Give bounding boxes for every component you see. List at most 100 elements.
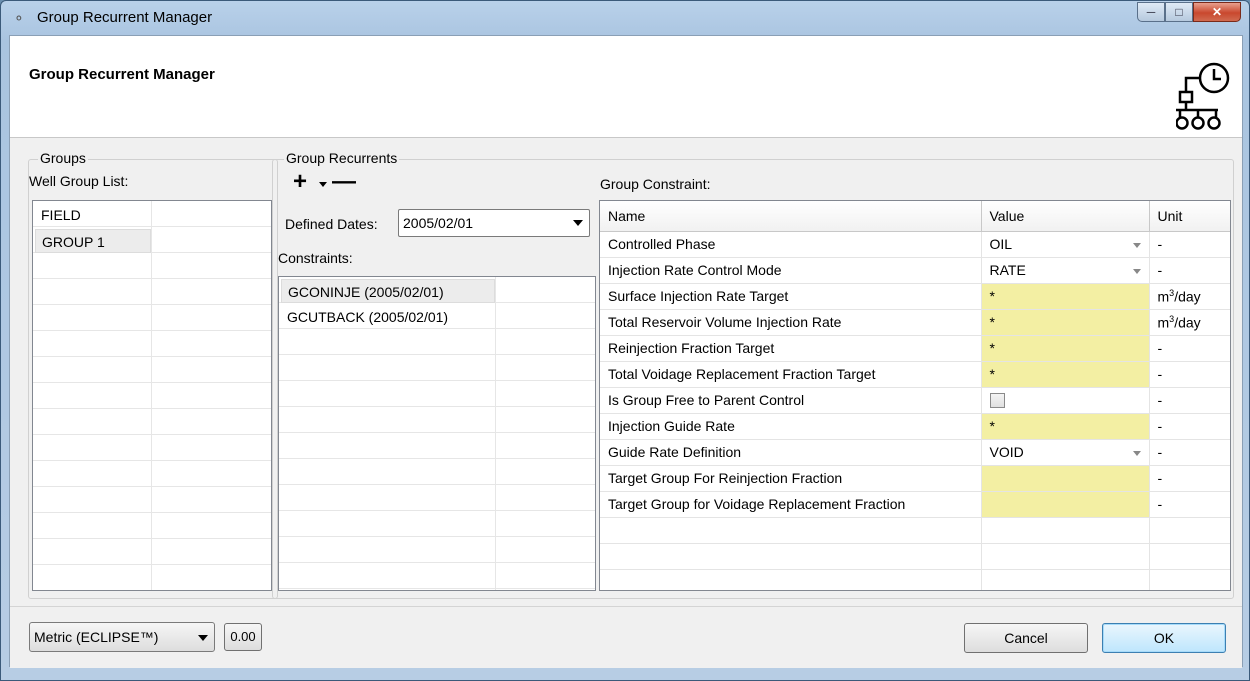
table-row[interactable]: Surface Injection Rate Target * m3/day — [600, 283, 1230, 310]
unit-base: m — [1157, 288, 1170, 305]
constraint-name-cell: Target Group For Reinjection Fraction — [600, 465, 982, 492]
chevron-down-icon — [1132, 450, 1141, 456]
constraint-name-cell: Reinjection Fraction Target — [600, 335, 982, 362]
empty-cell — [1149, 543, 1230, 570]
table-row[interactable]: Injection Rate Control Mode RATE - — [600, 257, 1230, 284]
number-format-button[interactable]: 0.00 — [224, 623, 262, 651]
defined-dates-dropdown[interactable]: 2005/02/01 — [398, 209, 590, 237]
defined-dates-label: Defined Dates: — [285, 216, 378, 232]
value-dropdown-text: OIL — [989, 236, 1013, 252]
table-row[interactable]: Reinjection Fraction Target * - — [600, 335, 1230, 362]
title-bar[interactable]: ⚬ Group Recurrent Manager ─ □ ✕ — [1, 1, 1249, 35]
maximize-icon: □ — [1175, 5, 1183, 19]
table-row[interactable]: Injection Guide Rate * - — [600, 413, 1230, 440]
unit-cell: m3/day — [1149, 283, 1230, 310]
table-row[interactable]: Total Voidage Replacement Fraction Targe… — [600, 361, 1230, 388]
minimize-button[interactable]: ─ — [1137, 2, 1165, 22]
dialog-client: Group Recurrent Manager Groups Well Grou… — [9, 35, 1243, 668]
value-input[interactable] — [981, 491, 1150, 518]
column-header-value[interactable]: Value — [981, 201, 1150, 232]
unit-cell: - — [1149, 439, 1230, 466]
constraint-table-frame: Name Value Unit Controlled Phase OIL - Inje… — [599, 200, 1231, 591]
well-group-list-label: Well Group List: — [29, 173, 129, 189]
constraint-item-gconinje[interactable]: GCONINJE (2005/02/01) — [281, 279, 495, 303]
unit-system-value: Metric (ECLIPSE™) — [34, 629, 159, 645]
maximize-button[interactable]: □ — [1165, 2, 1193, 22]
unit-cell: - — [1149, 413, 1230, 440]
dialog-header: Group Recurrent Manager — [10, 36, 1242, 138]
value-dropdown[interactable]: RATE — [981, 257, 1150, 284]
table-row[interactable]: Target Group For Reinjection Fraction - — [600, 465, 1230, 492]
constraint-name-cell: Total Reservoir Volume Injection Rate — [600, 309, 982, 336]
add-button[interactable]: + — [293, 170, 307, 194]
value-input[interactable]: * — [981, 361, 1150, 388]
constraint-table: Name Value Unit Controlled Phase OIL - Inje… — [600, 201, 1230, 590]
constraint-item-gcutback[interactable]: GCUTBACK (2005/02/01) — [281, 305, 495, 329]
value-checkbox-cell[interactable] — [981, 387, 1150, 414]
group-recurrents-legend: Group Recurrents — [284, 150, 400, 166]
value-input[interactable]: * — [981, 413, 1150, 440]
value-input[interactable] — [981, 465, 1150, 492]
add-dropdown-icon[interactable] — [319, 182, 327, 187]
close-icon: ✕ — [1211, 5, 1223, 19]
empty-cell — [600, 543, 982, 570]
empty-cell — [1149, 569, 1230, 590]
unit-base: m — [1157, 314, 1170, 331]
chevron-down-icon — [198, 635, 208, 641]
group-schedule-icon — [1176, 62, 1230, 130]
unit-system-dropdown[interactable]: Metric (ECLIPSE™) — [29, 622, 215, 652]
free-to-parent-checkbox[interactable] — [989, 393, 1005, 409]
ok-button[interactable]: OK — [1102, 623, 1226, 653]
constraints-list[interactable]: GCONINJE (2005/02/01) GCUTBACK (2005/02/… — [278, 276, 596, 591]
constraint-name-cell: Target Group for Voidage Replacement Fra… — [600, 491, 982, 518]
close-button[interactable]: ✕ — [1193, 2, 1241, 22]
unit-tail: /day — [1174, 314, 1201, 331]
empty-cell — [600, 517, 982, 544]
empty-cell — [981, 517, 1150, 544]
empty-row — [600, 569, 1230, 590]
constraint-name-cell: Injection Guide Rate — [600, 413, 982, 440]
value-input[interactable]: * — [981, 335, 1150, 362]
minimize-icon: ─ — [1146, 5, 1156, 19]
remove-button[interactable]: — — [332, 170, 356, 194]
column-header-name[interactable]: Name — [600, 201, 982, 232]
constraint-name-cell: Surface Injection Rate Target — [600, 283, 982, 310]
empty-row — [600, 517, 1230, 544]
empty-cell — [981, 569, 1150, 590]
constraint-name-cell: Is Group Free to Parent Control — [600, 387, 982, 414]
constraint-name-cell: Guide Rate Definition — [600, 439, 982, 466]
empty-row — [600, 543, 1230, 570]
constraint-name-cell: Controlled Phase — [600, 231, 982, 258]
table-row[interactable]: Guide Rate Definition VOID - — [600, 439, 1230, 466]
unit-tail: /day — [1174, 288, 1201, 305]
constraints-label: Constraints: — [278, 250, 353, 266]
chevron-down-icon — [1132, 242, 1141, 248]
value-dropdown-text: VOID — [989, 444, 1024, 460]
defined-dates-value: 2005/02/01 — [403, 215, 474, 231]
window-controls: ─ □ ✕ — [1137, 2, 1241, 24]
app-icon: ⚬ — [13, 10, 25, 26]
cancel-button[interactable]: Cancel — [964, 623, 1088, 653]
constraint-name-cell: Total Voidage Replacement Fraction Targe… — [600, 361, 982, 388]
empty-cell — [1149, 517, 1230, 544]
list-item-field[interactable]: FIELD — [35, 203, 149, 227]
group-constraint-label: Group Constraint: — [600, 176, 711, 192]
table-row[interactable]: Target Group for Voidage Replacement Fra… — [600, 491, 1230, 518]
main-window: ⚬ Group Recurrent Manager ─ □ ✕ Group Re… — [0, 0, 1250, 681]
unit-cell: m3/day — [1149, 309, 1230, 336]
value-input[interactable]: * — [981, 283, 1150, 310]
empty-cell — [981, 543, 1150, 570]
value-input[interactable]: * — [981, 309, 1150, 336]
well-group-list[interactable]: FIELD GROUP 1 — [32, 200, 272, 591]
chevron-down-icon — [573, 220, 583, 226]
list-item-group-1[interactable]: GROUP 1 — [35, 229, 151, 253]
value-dropdown[interactable]: OIL — [981, 231, 1150, 258]
table-row[interactable]: Total Reservoir Volume Injection Rate * m3… — [600, 309, 1230, 336]
window-title: Group Recurrent Manager — [37, 9, 213, 26]
table-row[interactable]: Is Group Free to Parent Control - — [600, 387, 1230, 414]
table-row[interactable]: Controlled Phase OIL - — [600, 231, 1230, 258]
groups-legend: Groups — [38, 150, 88, 166]
chevron-down-icon — [1132, 268, 1141, 274]
column-header-unit[interactable]: Unit — [1149, 201, 1230, 232]
value-dropdown[interactable]: VOID — [981, 439, 1150, 466]
